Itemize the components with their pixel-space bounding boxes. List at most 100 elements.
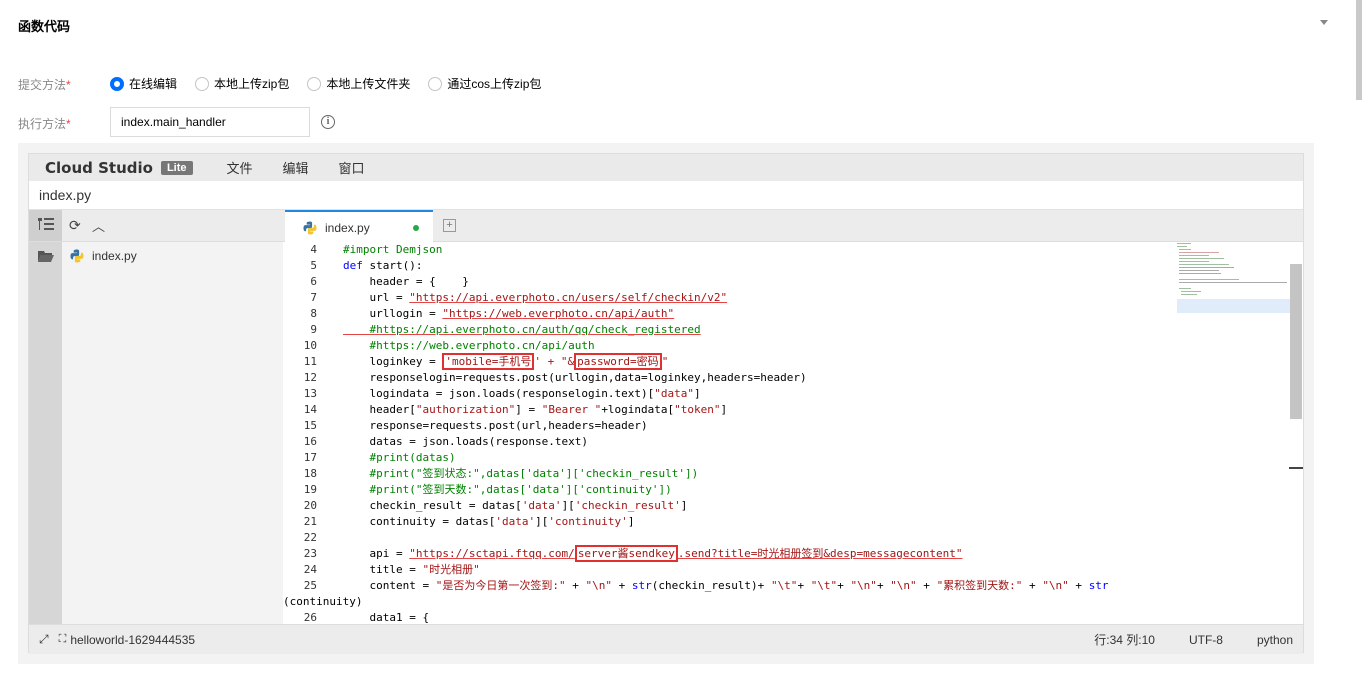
cursor-position[interactable]: 行:34 列:10 [1094, 631, 1155, 648]
code-span: + [876, 579, 891, 592]
editor-scrollbar[interactable] [1290, 264, 1302, 419]
code-text: content = "是否为今日第一次签到:" + "\n" + str(che… [343, 578, 1109, 594]
radio-upload-folder[interactable]: 本地上传文件夹 [307, 75, 410, 92]
submit-method-label: 提交方法* [18, 76, 71, 93]
collapse-caret-icon[interactable] [1320, 20, 1328, 25]
radio-online-edit[interactable]: 在线编辑 [110, 75, 177, 92]
code-text: continuity = datas['data']['continuity'] [343, 514, 634, 530]
code-text: #print(datas) [343, 451, 456, 464]
code-span: content = [343, 579, 436, 592]
string: 'continuity' [548, 515, 628, 528]
code-span: title = [343, 563, 423, 576]
line-number: 15 [303, 419, 317, 432]
string: "\t" [770, 579, 798, 592]
line-number: 17 [303, 451, 317, 464]
string: "\t" [810, 579, 838, 592]
activity-bar [29, 242, 62, 624]
code-minimap[interactable] [1177, 242, 1290, 314]
line-number: 12 [303, 371, 317, 384]
minimap-line [1179, 258, 1224, 259]
explorer-file-index-py[interactable]: index.py [70, 249, 137, 263]
code-text: data1 = { [343, 611, 430, 624]
code-text: header["authorization"] = "Bearer "+logi… [343, 402, 727, 418]
line-number: 9 [310, 323, 317, 336]
code-span: continuity = datas[ [343, 515, 496, 528]
code-text: #print("签到状态:",datas['data']['checkin_re… [343, 467, 699, 480]
python-icon [303, 221, 317, 234]
radio-cos-zip[interactable]: 通过cos上传zip包 [428, 75, 541, 92]
string: "https://sctapi.ftqq.com/ [409, 547, 575, 560]
highlight-password: password=密码 [574, 353, 662, 370]
menu-file[interactable]: 文件 [227, 158, 253, 177]
minimap-line [1179, 282, 1287, 283]
project-tree-icon: ⛶ [58, 633, 67, 645]
lite-badge: Lite [160, 160, 193, 175]
code-span: + [565, 579, 586, 592]
string: "data" [654, 387, 695, 400]
radio-label: 本地上传文件夹 [326, 77, 411, 91]
file-path-bar: index.py [29, 181, 1303, 210]
code-span: + [797, 579, 811, 592]
code-span: ] [694, 387, 701, 400]
code-text: url = "https://api.everphoto.cn/users/se… [343, 290, 727, 306]
explorer-toggle[interactable] [29, 210, 62, 241]
code-text: response=requests.post(url,headers=heade… [343, 419, 648, 432]
keyword: def [343, 259, 363, 272]
line-number: 14 [303, 403, 317, 416]
unsaved-dot-icon [413, 225, 419, 231]
expand-icon[interactable]: ⤢ [39, 632, 49, 647]
code-span: ][ [535, 515, 549, 528]
radio-unchecked-icon [307, 76, 322, 91]
line-number: 5 [310, 259, 317, 272]
string: "\n" [850, 579, 877, 592]
code-span: urllogin = [343, 307, 443, 320]
exec-method-input[interactable]: index.main_handler [110, 107, 310, 137]
string: "https://web.everphoto.cn/api/auth" [442, 307, 675, 320]
code-editor[interactable]: 4 #import Demjson 5 def start(): 6 header … [283, 242, 1303, 624]
builtin: str [1088, 579, 1109, 592]
radio-unchecked-icon [195, 76, 210, 91]
radio-label: 在线编辑 [129, 77, 178, 91]
radio-upload-zip[interactable]: 本地上传zip包 [195, 75, 289, 92]
radio-checked-icon [110, 76, 124, 91]
menu-window[interactable]: 窗口 [339, 158, 365, 177]
minimap-line [1177, 299, 1290, 313]
minimap-line [1179, 267, 1234, 268]
add-tab-icon[interactable]: + [443, 219, 456, 232]
code-text: logindata = json.loads(responselogin.tex… [343, 386, 701, 402]
code-text: (continuity) [283, 595, 363, 608]
refresh-icon[interactable]: ⟳ [69, 217, 81, 234]
code-text: #https://web.everphoto.cn/api/auth [343, 339, 595, 352]
line-number: 6 [310, 275, 317, 288]
file-explorer: index.py [62, 242, 283, 624]
file-language[interactable]: python [1257, 633, 1293, 647]
chevron-up-icon[interactable]: ︿ [92, 216, 105, 235]
folder-open-icon[interactable] [38, 250, 54, 263]
string: "时光相册" [422, 563, 480, 576]
ide-brand: Cloud Studio [45, 158, 153, 177]
code-text: def start(): [343, 258, 422, 274]
required-mark: * [66, 78, 71, 92]
code-text: checkin_result = datas['data']['checkin_… [343, 498, 687, 514]
highlight-mobile: 'mobile=手机号 [442, 353, 535, 370]
minimap-line [1179, 279, 1239, 280]
menu-edit[interactable]: 编辑 [283, 158, 309, 177]
code-span: checkin_result = datas[ [343, 499, 522, 512]
line-number: 8 [310, 307, 317, 320]
code-span: (checkin_result)+ [651, 579, 771, 592]
minimap-line [1177, 246, 1187, 247]
string: ' + "& [534, 355, 575, 368]
project-name[interactable]: helloworld-1629444535 [70, 633, 195, 647]
tab-index-py[interactable]: index.py [285, 210, 433, 243]
code-span: ] = [515, 403, 542, 416]
code-span: url = [343, 291, 410, 304]
minimap-line [1179, 255, 1209, 256]
info-icon[interactable]: i [321, 115, 335, 129]
file-encoding[interactable]: UTF-8 [1189, 633, 1223, 647]
required-mark: * [66, 117, 71, 131]
code-span: api = [343, 547, 410, 560]
code-span: ][ [561, 499, 575, 512]
page-scrollbar[interactable] [1356, 0, 1362, 100]
status-bar: ⤢ ⛶ helloworld-1629444535 行:34 列:10 UTF-… [29, 624, 1303, 654]
tree-list-icon [38, 218, 54, 230]
